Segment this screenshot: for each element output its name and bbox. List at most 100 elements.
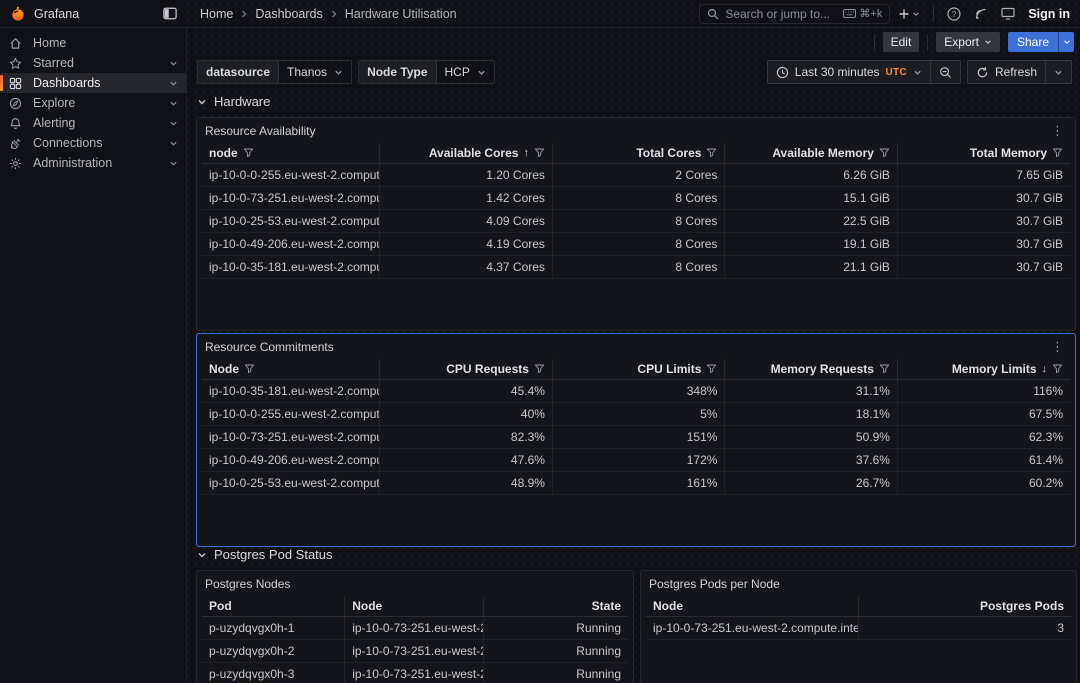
- panel-menu-icon[interactable]: ⋮: [1048, 342, 1067, 352]
- filter-icon[interactable]: [706, 363, 717, 374]
- column-header-label: CPU Limits: [637, 362, 701, 376]
- table-cell: 30.7 GiB: [897, 186, 1070, 209]
- column-header[interactable]: Available Cores↑: [380, 143, 553, 163]
- chevron-down-icon[interactable]: [169, 119, 178, 128]
- sidebar-item-label: Connections: [33, 136, 158, 150]
- export-label: Export: [944, 35, 979, 49]
- home-icon: [9, 37, 22, 50]
- share-button[interactable]: Share: [1008, 32, 1058, 52]
- column-header[interactable]: Total Cores: [552, 143, 725, 163]
- zoom-out-icon: [939, 66, 952, 79]
- sidebar-item-label: Explore: [33, 96, 158, 110]
- table-header-row: nodeAvailable Cores↑Total CoresAvailable…: [202, 143, 1070, 163]
- variable-value-dropdown[interactable]: HCP: [437, 61, 494, 83]
- column-header[interactable]: Node: [202, 359, 380, 379]
- panel-menu-icon[interactable]: ⋮: [1048, 126, 1067, 136]
- bell-icon: [9, 117, 22, 130]
- zoom-out-button[interactable]: [930, 61, 960, 83]
- panel-postgres-nodes: Postgres Nodes PodNodeStatep-uzydqvgx0h-…: [196, 570, 634, 683]
- filter-icon[interactable]: [534, 147, 545, 158]
- column-header[interactable]: node: [202, 143, 380, 163]
- variable-value: HCP: [445, 65, 470, 79]
- column-header[interactable]: Postgres Pods: [859, 596, 1072, 616]
- filter-icon[interactable]: [243, 147, 254, 158]
- share-menu-button[interactable]: [1058, 32, 1074, 52]
- sidebar-item-alerting[interactable]: Alerting: [0, 113, 186, 133]
- panel-title[interactable]: Resource Availability: [205, 124, 316, 138]
- table-cell: 161%: [552, 471, 725, 494]
- table-cell: 8 Cores: [552, 209, 725, 232]
- breadcrumb-current: Hardware Utilisation: [345, 7, 457, 21]
- help-icon[interactable]: ?: [947, 7, 961, 21]
- search-shortcut-keys: ⌘+k: [859, 7, 882, 20]
- column-header[interactable]: CPU Limits: [552, 359, 725, 379]
- breadcrumb-home[interactable]: Home: [200, 7, 233, 21]
- sidebar-toggle-icon[interactable]: [163, 7, 177, 20]
- chevron-down-icon[interactable]: [169, 159, 178, 168]
- refresh-button[interactable]: Refresh: [968, 61, 1045, 83]
- panel-header: Resource Availability ⋮: [197, 118, 1075, 143]
- column-header[interactable]: Node: [345, 596, 483, 616]
- new-menu-button[interactable]: [898, 8, 920, 20]
- breadcrumb-dashboards[interactable]: Dashboards: [255, 7, 322, 21]
- table-row: ip-10-0-0-255.eu-west-2.compute.internal…: [202, 163, 1070, 186]
- section-header-hardware[interactable]: Hardware: [197, 94, 270, 109]
- column-header[interactable]: State: [483, 596, 628, 616]
- table-cell: 67.5%: [897, 402, 1070, 425]
- screen-icon[interactable]: [1001, 7, 1015, 20]
- sidebar-item-explore[interactable]: Explore: [0, 93, 186, 113]
- column-header[interactable]: Pod: [202, 596, 345, 616]
- column-header[interactable]: Memory Requests: [725, 359, 898, 379]
- edit-button[interactable]: Edit: [883, 32, 920, 52]
- variable-node-type[interactable]: Node Type HCP: [358, 60, 495, 84]
- section-header-postgres[interactable]: Postgres Pod Status: [197, 547, 333, 562]
- chevron-down-icon[interactable]: [169, 59, 178, 68]
- clock-icon: [776, 66, 789, 79]
- sidebar-item-home[interactable]: Home: [0, 33, 186, 53]
- column-header[interactable]: Memory Limits↓: [897, 359, 1070, 379]
- filter-icon[interactable]: [879, 147, 890, 158]
- filter-icon[interactable]: [534, 363, 545, 374]
- sidebar-item-connections[interactable]: Connections: [0, 133, 186, 153]
- table-cell: Running: [483, 616, 628, 639]
- export-button[interactable]: Export: [936, 32, 1000, 52]
- table-row: ip-10-0-25-53.eu-west-2.compute.internal…: [202, 209, 1070, 232]
- grafana-logo-icon[interactable]: [10, 6, 26, 22]
- search-input[interactable]: Search or jump to... ⌘+k: [699, 4, 890, 24]
- variable-datasource[interactable]: datasource Thanos: [197, 60, 352, 84]
- resource-availability-table: nodeAvailable Cores↑Total CoresAvailable…: [202, 143, 1070, 279]
- table-cell: ip-10-0-49-206.eu-west-2.compute.interna…: [202, 232, 380, 255]
- sign-in-button[interactable]: Sign in: [1028, 7, 1070, 21]
- filter-icon[interactable]: [706, 147, 717, 158]
- panel-resource-commitments: Resource Commitments ⋮ NodeCPU Requests C…: [196, 333, 1076, 547]
- column-header[interactable]: CPU Requests: [380, 359, 553, 379]
- variable-value-dropdown[interactable]: Thanos: [279, 61, 351, 83]
- filter-icon[interactable]: [1052, 147, 1063, 158]
- panel-title[interactable]: Postgres Nodes: [205, 577, 290, 591]
- chevron-down-icon[interactable]: [169, 99, 178, 108]
- refresh-interval-button[interactable]: [1045, 61, 1071, 83]
- table-cell: ip-10-0-73-251.eu-west-2.compute.interna…: [345, 662, 483, 683]
- filter-icon[interactable]: [879, 363, 890, 374]
- column-header[interactable]: Available Memory: [725, 143, 898, 163]
- sidebar-item-starred[interactable]: Starred: [0, 53, 186, 73]
- filter-icon[interactable]: [1052, 363, 1063, 374]
- chevron-down-icon[interactable]: [169, 139, 178, 148]
- panel-title[interactable]: Resource Commitments: [205, 340, 334, 354]
- table-cell: ip-10-0-73-251.eu-west-2.compute.interna…: [345, 616, 483, 639]
- chevron-down-icon: [912, 10, 920, 18]
- filter-icon[interactable]: [244, 363, 255, 374]
- sidebar-item-administration[interactable]: Administration: [0, 153, 186, 173]
- chevron-down-icon[interactable]: [169, 79, 178, 88]
- top-navigation: Grafana Home Dashboards Hardware Utilisa…: [0, 0, 1080, 28]
- dashboard-actions: Edit Export Share: [187, 29, 1080, 55]
- time-range-picker[interactable]: Last 30 minutes UTC: [768, 61, 930, 83]
- column-header[interactable]: Total Memory: [897, 143, 1070, 163]
- divider: [927, 35, 928, 50]
- panel-title[interactable]: Postgres Pods per Node: [649, 577, 780, 591]
- table-cell: 50.9%: [725, 425, 898, 448]
- dashboards-grid-icon: [9, 77, 22, 90]
- sidebar-item-dashboards[interactable]: Dashboards: [0, 73, 186, 93]
- column-header[interactable]: Node: [646, 596, 859, 616]
- news-icon[interactable]: [974, 7, 988, 21]
